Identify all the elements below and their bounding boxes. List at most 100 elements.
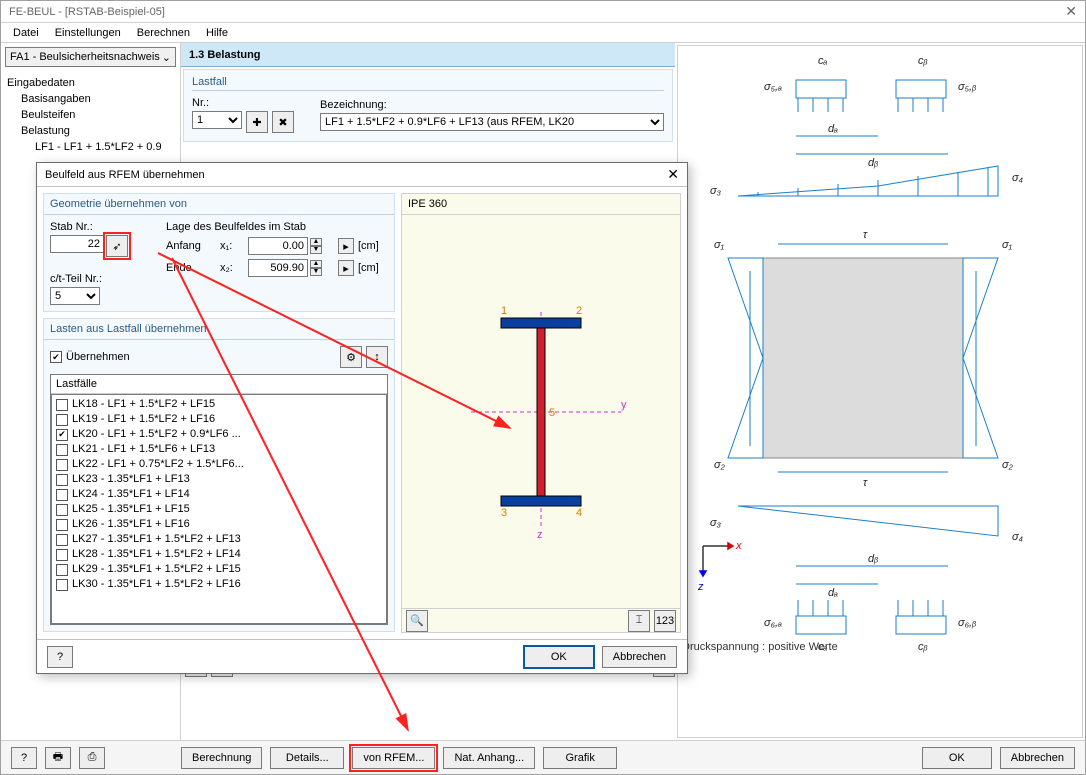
svg-text:σ₂: σ₂ [1002,459,1014,471]
svg-text:σ₄: σ₄ [1012,172,1023,184]
ct-label: c/t-Teil Nr.: [50,273,160,285]
ct-select[interactable]: 5 [50,287,100,305]
svg-text:cᵦ: cᵦ [918,641,928,653]
nat-anhang-button[interactable]: Nat. Anhang... [443,747,535,769]
add-button[interactable]: ✚ [246,111,268,133]
svg-text:1: 1 [501,305,507,317]
export-icon[interactable]: ⎙ [79,747,105,769]
x1-input[interactable] [248,237,308,255]
tree-lf1[interactable]: LF1 - LF1 + 1.5*LF2 + 0.9 [7,139,174,155]
lastfall-item[interactable]: LK29 - 1.35*LF1 + 1.5*LF2 + LF15 [56,562,382,577]
sort-icon[interactable]: ↕ [366,346,388,368]
nav-tree[interactable]: Eingabedaten Basisangaben Beulsteifen Be… [1,71,180,159]
svg-text:σ₁: σ₁ [714,239,725,251]
x1-down[interactable]: ▼ [310,246,322,254]
lastfall-item[interactable]: LK24 - 1.35*LF1 + LF14 [56,487,382,502]
lastfaelle-header: Lastfälle [51,375,387,394]
lastfall-item[interactable]: ✔LK20 - LF1 + 1.5*LF2 + 0.9*LF6 ... [56,427,382,442]
ipe-section-svg: y z 12 34 5 [451,282,631,542]
svg-text:z: z [537,529,543,541]
lastfaelle-list[interactable]: LK18 - LF1 + 1.5*LF2 + LF15LK19 - LF1 + … [51,394,387,624]
tree-root[interactable]: Eingabedaten [7,75,174,91]
menu-datei[interactable]: Datei [5,25,47,41]
dialog-close-icon[interactable]: ✕ [667,166,679,183]
berechnung-button[interactable]: Berechnung [181,747,262,769]
svg-text:σ₆,ᵦ: σ₆,ᵦ [958,617,977,629]
dialog-cancel-button[interactable]: Abbrechen [602,646,677,668]
stress-diagram: cₐ cᵦ σ₅,ₐ σ₅,ᵦ dₐ dᵦ σ₃ σ₄ σ₁ σ₁ τ τ σ₂… [677,45,1083,738]
svg-text:σ₂: σ₂ [714,459,726,471]
x2-up[interactable]: ▲ [310,260,322,268]
x2-set-icon[interactable]: ▸ [338,260,354,276]
lastfall-item[interactable]: LK23 - 1.35*LF1 + LF13 [56,472,382,487]
ok-button[interactable]: OK [922,747,992,769]
nr-select[interactable]: 1 [192,111,242,129]
close-icon[interactable]: ✕ [1065,3,1077,20]
print-icon[interactable]: 🖶 [45,747,71,769]
svg-text:5: 5 [549,407,555,419]
lastfall-item[interactable]: LK21 - LF1 + 1.5*LF6 + LF13 [56,442,382,457]
svg-text:τ: τ [863,477,868,489]
delete-button[interactable]: ✖ [272,111,294,133]
lastfall-item[interactable]: LK25 - 1.35*LF1 + LF15 [56,502,382,517]
abbrechen-button[interactable]: Abbrechen [1000,747,1075,769]
section-view-icon[interactable]: ⌶ [628,610,650,632]
stab-input[interactable] [50,235,104,253]
x1-up[interactable]: ▲ [310,238,322,246]
tree-beulsteifen[interactable]: Beulsteifen [7,107,174,123]
menu-einstellungen[interactable]: Einstellungen [47,25,129,41]
uebernehmen-check[interactable]: ✔Übernehmen [50,350,130,365]
dialog-help-icon[interactable]: ? [47,646,73,668]
lastfall-item[interactable]: LK18 - LF1 + 1.5*LF2 + LF15 [56,397,382,412]
tree-basisangaben[interactable]: Basisangaben [7,91,174,107]
lastfall-item[interactable]: LK19 - LF1 + 1.5*LF2 + LF16 [56,412,382,427]
svg-text:σ₆,ₐ: σ₆,ₐ [764,617,782,629]
svg-text:τ: τ [863,229,868,241]
values-icon[interactable]: 123 [654,610,676,632]
nr-label: Nr.: [192,97,312,109]
filter-icon[interactable]: ⚙ [340,346,362,368]
svg-text:y: y [621,399,627,411]
von-rfem-button[interactable]: von RFEM... [352,747,435,769]
details-button[interactable]: Details... [270,747,344,769]
window-title: FE-BEUL - [RSTAB-Beispiel-05] [9,6,165,18]
ende-label: Ende [166,262,216,274]
svg-text:dₐ: dₐ [828,587,838,599]
svg-text:z: z [697,581,704,593]
bottom-bar: ? 🖶 ⎙ Berechnung Details... von RFEM... … [1,740,1085,774]
svg-text:σ₁: σ₁ [1002,239,1013,251]
pick-stab-button[interactable]: ➶ [106,235,128,257]
stab-label: Stab Nr.: [50,221,160,233]
x2-label: x₂: [220,262,244,274]
svg-text:2: 2 [576,305,582,317]
help-icon[interactable]: ? [11,747,37,769]
lastfall-item[interactable]: LK27 - 1.35*LF1 + 1.5*LF2 + LF13 [56,532,382,547]
svg-text:dᵦ: dᵦ [868,157,879,169]
lastfall-item[interactable]: LK28 - 1.35*LF1 + 1.5*LF2 + LF14 [56,547,382,562]
x2-input[interactable] [248,259,308,277]
zoom-icon[interactable]: 🔍 [406,610,428,632]
svg-text:3: 3 [501,507,507,519]
geometrie-heading: Geometrie übernehmen von [44,194,394,215]
lasten-heading: Lasten aus Lastfall übernehmen [44,319,394,340]
lasten-group: Lasten aus Lastfall übernehmen ✔Übernehm… [43,318,395,632]
dialog-ok-button[interactable]: OK [524,646,594,668]
menu-hilfe[interactable]: Hilfe [198,25,236,41]
x2-down[interactable]: ▼ [310,268,322,276]
menu-berechnen[interactable]: Berechnen [129,25,198,41]
svg-text:dₐ: dₐ [828,123,838,135]
x1-set-icon[interactable]: ▸ [338,238,354,254]
grafik-button[interactable]: Grafik [543,747,617,769]
tree-belastung[interactable]: Belastung [7,123,174,139]
dialog-title: Beulfeld aus RFEM übernehmen [45,169,205,181]
bezeichnung-select[interactable]: LF1 + 1.5*LF2 + 0.9*LF6 + LF13 (aus RFEM… [320,113,664,131]
lastfall-item[interactable]: LK26 - 1.35*LF1 + LF16 [56,517,382,532]
beulfeld-dialog: Beulfeld aus RFEM übernehmen ✕ Geometrie… [36,162,688,674]
lastfall-item[interactable]: LK22 - LF1 + 0.75*LF2 + 1.5*LF6... [56,457,382,472]
geometrie-group: Geometrie übernehmen von Stab Nr.: ➶ c/t… [43,193,395,312]
dialog-bottom-bar: ? OK Abbrechen [37,639,687,673]
analysis-combo[interactable]: FA1 - Beulsicherheitsnachweis [5,47,176,67]
lastfall-item[interactable]: LK30 - 1.35*LF1 + 1.5*LF2 + LF16 [56,577,382,592]
lage-label: Lage des Beulfeldes im Stab [166,221,388,233]
svg-text:σ₄: σ₄ [1012,531,1023,543]
